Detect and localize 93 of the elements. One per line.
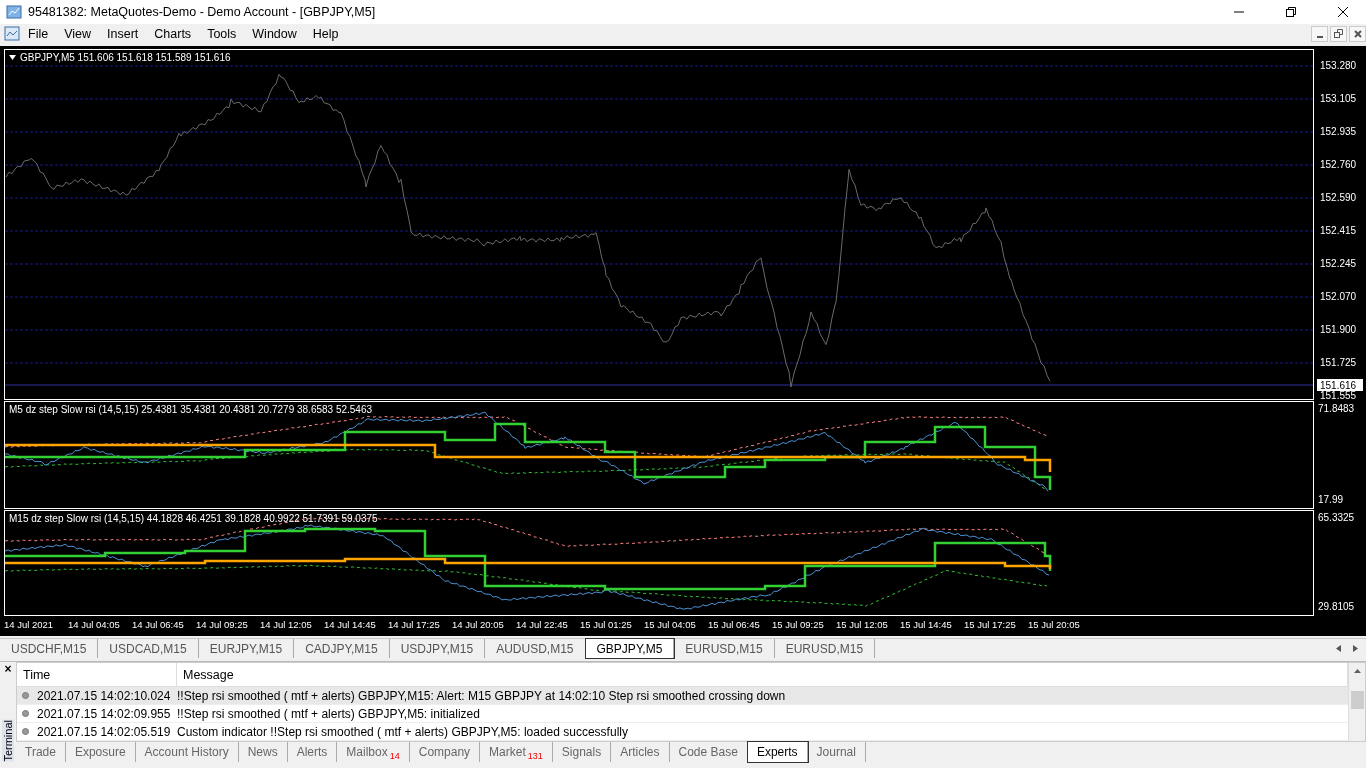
price-axis-label: 152.760 (1320, 159, 1357, 170)
status-dot-icon (22, 692, 29, 699)
price-axis-label: 152.245 (1320, 258, 1357, 269)
current-price-label: 151.616 (1317, 379, 1363, 391)
scrollbar-thumb[interactable] (1350, 691, 1364, 709)
restore-icon (1286, 7, 1296, 17)
menu-item[interactable]: View (56, 24, 100, 43)
terminal-tab[interactable]: Journal (807, 742, 866, 762)
terminal-tab[interactable]: Account History (135, 742, 239, 762)
time-axis-label: 14 Jul 20:05 (452, 619, 505, 632)
time-axis-label: 14 Jul 17:25 (388, 619, 441, 632)
chart-tab[interactable]: EURUSD,M15 (674, 639, 775, 658)
time-axis-label: 14 Jul 09:25 (196, 619, 249, 632)
status-dot-icon (22, 710, 29, 717)
indicator-axis-label: 65.3325 (1318, 512, 1355, 523)
terminal-tab[interactable]: Signals (552, 742, 612, 762)
price-axis-label: 153.280 (1320, 60, 1357, 71)
time-axis-label: 14 Jul 06:45 (132, 619, 185, 632)
terminal-label: Terminal (2, 720, 14, 762)
scroll-left-icon[interactable] (1336, 645, 1341, 652)
time-axis-label: 14 Jul 12:05 (260, 619, 313, 632)
terminal-tab[interactable]: Exposure (65, 742, 136, 762)
indicator-axis-label: 29.8105 (1318, 601, 1355, 612)
chart-tab[interactable]: USDCAD,M15 (98, 639, 199, 658)
chart-window-icon[interactable] (4, 25, 20, 42)
log-time: 2021.07.15 14:02:05.519 (37, 724, 172, 739)
app-icon (6, 4, 22, 20)
log-message: Custom indicator !!Step rsi smoothed ( mtf + alerts) GBPJPY,M5: loaded successfully (177, 724, 628, 739)
scroll-up-icon[interactable] (1353, 669, 1361, 673)
time-axis-label: 14 Jul 2021 (4, 619, 55, 632)
scroll-right-icon[interactable] (1353, 645, 1358, 652)
scrollbar[interactable] (1348, 663, 1365, 741)
menu-item[interactable]: File (20, 24, 57, 43)
indicator-label: M5 dz step Slow rsi (14,5,15) 25.4381 35.4381 20.4381 20.7279 38.6583 52.5463 (9, 404, 373, 415)
restore-button[interactable] (1330, 25, 1347, 42)
chart-tab[interactable]: USDJPY,M15 (389, 639, 486, 658)
terminal-tab[interactable]: Experts (747, 742, 808, 762)
time-axis-label: 15 Jul 17:25 (964, 619, 1017, 632)
dropdown-arrow-icon[interactable] (9, 55, 16, 60)
price-axis-label: 152.070 (1320, 291, 1357, 302)
chart-tab[interactable]: GBPJPY,M5 (585, 639, 675, 658)
time-axis-label: 15 Jul 09:25 (772, 619, 825, 632)
terminal-tab[interactable]: Alerts (287, 742, 338, 762)
price-axis-label: 151.555 (1320, 390, 1357, 400)
chart-tab[interactable]: EURJPY,M15 (198, 639, 295, 658)
terminal-tab[interactable]: Articles (611, 742, 670, 762)
time-axis-label: 14 Jul 22:45 (516, 619, 569, 632)
menu-item[interactable]: Tools (199, 24, 245, 43)
price-axis-label: 151.725 (1320, 357, 1357, 368)
time-axis-label: 15 Jul 12:05 (836, 619, 889, 632)
indicator-axis-label: 71.8483 (1318, 403, 1355, 414)
time-axis-label: 14 Jul 04:05 (68, 619, 121, 632)
indicator-label: M15 dz step Slow rsi (14,5,15) 44.1828 46.4251 39.1828 40.9922 51.7391 59.0375 (9, 513, 378, 524)
chart-tab[interactable]: EURUSD,M15 (774, 639, 876, 658)
time-axis-label: 15 Jul 01:25 (580, 619, 633, 632)
menu-item[interactable]: Help (304, 24, 347, 43)
menu-item[interactable]: Window (244, 24, 305, 43)
price-axis-label: 152.590 (1320, 192, 1357, 203)
terminal-tab[interactable]: News (238, 742, 288, 762)
column-header[interactable]: Time (17, 663, 177, 686)
log-message: !!Step rsi smoothed ( mtf + alerts) GBPJPY,M15: Alert: M15 GBPJPY at 14:02:10 Step rsi smoothed crossing down (177, 688, 786, 703)
close-icon (1353, 29, 1362, 38)
log-time: 2021.07.15 14:02:10.024 (37, 688, 172, 703)
indicator-axis-label: 17.99 (1318, 494, 1344, 505)
menu-item[interactable]: Insert (99, 24, 147, 43)
close-icon (1338, 7, 1348, 17)
window-title: 95481382: MetaQuotes-Demo - Demo Account - [GBPJPY,M5] (28, 5, 377, 19)
terminal-tab[interactable]: Company (409, 742, 481, 762)
time-axis-label: 15 Jul 14:45 (900, 619, 953, 632)
log-row[interactable]: 2021.07.15 14:02:10.024 !!Step rsi smoothed ( mtf + alerts) GBPJPY,M15: Alert: M15 GBPJPY at 14:02:10 Step rsi smoothed crossing down (17, 687, 1348, 705)
minimize-icon (1316, 35, 1323, 38)
log-message: !!Step rsi smoothed ( mtf + alerts) GBPJPY,M5: initialized (177, 706, 480, 721)
log-time: 2021.07.15 14:02:09.955 (37, 706, 172, 721)
chart-symbol-text: GBPJPY,M5 151.606 151.618 151.589 151.616 (20, 52, 231, 63)
time-axis-label: 15 Jul 04:05 (644, 619, 697, 632)
close-button[interactable] (1349, 25, 1366, 42)
price-axis-label: 152.415 (1320, 225, 1357, 236)
restore-icon (1334, 29, 1343, 38)
minimize-button[interactable] (1311, 25, 1328, 42)
time-axis-label: 14 Jul 14:45 (324, 619, 377, 632)
status-dot-icon (22, 728, 29, 735)
price-axis-label: 151.900 (1320, 324, 1357, 335)
chart-tab[interactable]: CADJPY,M15 (294, 639, 390, 658)
terminal-tab[interactable]: Trade (16, 742, 66, 762)
chart-tab[interactable]: USDCHF,M15 (0, 639, 99, 658)
time-axis-label: 15 Jul 20:05 (1028, 619, 1081, 632)
time-axis-label: 15 Jul 06:45 (708, 619, 761, 632)
count-label: 14 (389, 751, 400, 761)
menu-item[interactable]: Charts (146, 24, 200, 43)
price-axis-label: 153.105 (1320, 93, 1357, 104)
price-axis-label: 152.935 (1320, 126, 1357, 137)
close-button[interactable]: × (4, 662, 12, 676)
count-label: 131 (527, 751, 543, 761)
